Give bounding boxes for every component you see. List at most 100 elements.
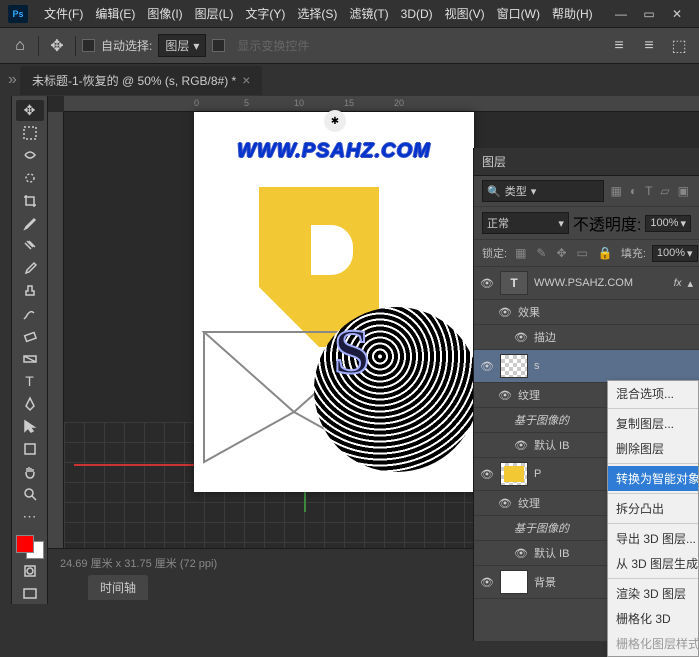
- timeline-tab[interactable]: 时间轴: [88, 575, 148, 600]
- foreground-color[interactable]: [16, 535, 34, 553]
- visibility-icon[interactable]: 👁: [480, 576, 494, 589]
- ctx-duplicate-layer[interactable]: 复制图层...: [608, 411, 698, 436]
- fill-input[interactable]: 100%▾: [652, 245, 698, 262]
- quickmask-tool[interactable]: [16, 561, 44, 582]
- ctx-render-3d[interactable]: 渲染 3D 图层: [608, 581, 698, 606]
- shape-tool[interactable]: [16, 439, 44, 460]
- fx-badge[interactable]: fx: [674, 278, 682, 289]
- layer-effect-row[interactable]: 👁 效果: [474, 300, 699, 325]
- quick-select-tool[interactable]: [16, 168, 44, 189]
- document-tab[interactable]: 未标题-1-恢复的 @ 50% (s, RGB/8#) * ×: [20, 66, 262, 95]
- close-button[interactable]: ✕: [663, 2, 691, 26]
- menu-type[interactable]: 文字(Y): [239, 1, 291, 26]
- eyedropper-tool[interactable]: [16, 213, 44, 234]
- auto-select-label: 自动选择:: [101, 37, 152, 54]
- filter-type-icon[interactable]: T: [643, 182, 654, 200]
- menu-image[interactable]: 图像(I): [141, 1, 188, 26]
- visibility-icon[interactable]: 👁: [498, 306, 512, 319]
- layer-name: 默认 IB: [534, 437, 569, 453]
- auto-select-target[interactable]: 图层▾: [158, 34, 206, 57]
- menu-view[interactable]: 视图(V): [439, 1, 491, 26]
- toolbox: ✥ T ⋯: [12, 96, 48, 604]
- filter-adjust-icon[interactable]: ◐: [628, 182, 639, 200]
- menu-3d[interactable]: 3D(D): [395, 3, 439, 25]
- layer-row[interactable]: 👁 s: [474, 350, 699, 383]
- options-bar: ⌂ ✥ 自动选择: 图层▾ 显示变换控件 ≡ ≡ ⬚: [0, 28, 699, 64]
- eraser-tool[interactable]: [16, 326, 44, 347]
- menu-help[interactable]: 帮助(H): [546, 1, 599, 26]
- layer-thumb: [500, 462, 528, 486]
- ctx-split-extrude[interactable]: 拆分凸出: [608, 496, 698, 521]
- healing-tool[interactable]: [16, 235, 44, 256]
- opacity-input[interactable]: 100%▾: [645, 215, 691, 232]
- layer-filter-type[interactable]: 🔍类型▾: [482, 180, 604, 202]
- lock-artboard-icon[interactable]: ▭: [575, 244, 590, 262]
- marquee-tool[interactable]: [16, 123, 44, 144]
- stamp-tool[interactable]: [16, 281, 44, 302]
- move-tool-icon[interactable]: ✥: [45, 34, 69, 58]
- visibility-icon[interactable]: 👁: [480, 360, 494, 373]
- blend-mode-select[interactable]: 正常▾: [482, 212, 569, 234]
- color-swatches[interactable]: [16, 535, 44, 559]
- visibility-icon[interactable]: 👁: [514, 547, 528, 560]
- ctx-delete-layer[interactable]: 删除图层: [608, 436, 698, 461]
- ctx-rasterize-style[interactable]: 栅格化图层样式: [608, 631, 698, 656]
- visibility-icon[interactable]: 👁: [514, 439, 528, 452]
- hand-tool[interactable]: [16, 461, 44, 482]
- filter-image-icon[interactable]: ▦: [608, 182, 623, 200]
- ctx-blend-options[interactable]: 混合选项...: [608, 381, 698, 406]
- lasso-tool[interactable]: [16, 145, 44, 166]
- home-icon[interactable]: ⌂: [8, 34, 32, 58]
- layer-effect-row[interactable]: 👁 描边: [474, 325, 699, 350]
- align-icon-2[interactable]: ≡: [637, 34, 661, 58]
- menu-select[interactable]: 选择(S): [291, 1, 343, 26]
- visibility-icon[interactable]: 👁: [498, 389, 512, 402]
- minimize-button[interactable]: —: [607, 2, 635, 26]
- tab-close-icon[interactable]: ×: [242, 72, 250, 88]
- layer-name: P: [534, 468, 541, 480]
- show-transform-checkbox[interactable]: [212, 39, 225, 52]
- brush-tool[interactable]: [16, 258, 44, 279]
- zoom-tool[interactable]: [16, 484, 44, 505]
- auto-select-checkbox[interactable]: [82, 39, 95, 52]
- visibility-icon[interactable]: 👁: [514, 331, 528, 344]
- maximize-button[interactable]: ▭: [635, 2, 663, 26]
- layers-panel-title[interactable]: 图层: [474, 148, 699, 176]
- visibility-icon[interactable]: 👁: [498, 497, 512, 510]
- layer-thumb-text: T: [500, 271, 528, 295]
- gradient-tool[interactable]: [16, 348, 44, 369]
- lock-brush-icon[interactable]: ✎: [534, 244, 548, 262]
- canvas[interactable]: WWW.PSAHZ.COM S: [194, 112, 474, 492]
- menu-filter[interactable]: 滤镜(T): [343, 1, 394, 26]
- visibility-icon[interactable]: 👁: [480, 468, 494, 481]
- visibility-icon[interactable]: 👁: [480, 277, 494, 290]
- dock-toggle-icon[interactable]: »: [8, 71, 20, 89]
- lock-move-icon[interactable]: ✥: [554, 244, 568, 262]
- ctx-rasterize-3d[interactable]: 栅格化 3D: [608, 606, 698, 631]
- menu-file[interactable]: 文件(F): [38, 1, 89, 26]
- mode-3d-icon[interactable]: ⬚: [667, 34, 691, 58]
- menu-window[interactable]: 窗口(W): [491, 1, 546, 26]
- menu-layer[interactable]: 图层(L): [189, 1, 240, 26]
- menu-edit[interactable]: 编辑(E): [89, 1, 141, 26]
- filter-shape-icon[interactable]: ▱: [658, 182, 671, 200]
- align-icon-1[interactable]: ≡: [607, 34, 631, 58]
- ctx-export-3d[interactable]: 导出 3D 图层...: [608, 526, 698, 551]
- type-tool[interactable]: T: [16, 371, 44, 392]
- pen-tool[interactable]: [16, 394, 44, 415]
- edit-toolbar[interactable]: ⋯: [16, 506, 44, 527]
- layer-row[interactable]: 👁 T WWW.PSAHZ.COM fx ▴: [474, 267, 699, 300]
- path-select-tool[interactable]: [16, 416, 44, 437]
- lock-pixels-icon[interactable]: ▦: [513, 244, 528, 262]
- screenmode-tool[interactable]: [16, 584, 44, 605]
- filter-smart-icon[interactable]: ▣: [676, 182, 691, 200]
- ctx-generate-from-3d[interactable]: 从 3D 图层生成: [608, 551, 698, 576]
- ctx-convert-smart-object[interactable]: 转换为智能对象: [608, 466, 698, 491]
- lock-all-icon[interactable]: 🔒: [596, 244, 615, 262]
- layer-name: 纹理: [518, 495, 540, 511]
- crop-tool[interactable]: [16, 190, 44, 211]
- layer-name: 纹理: [518, 387, 540, 403]
- history-brush-tool[interactable]: [16, 303, 44, 324]
- layer-name: s: [534, 360, 540, 372]
- move-tool[interactable]: ✥: [16, 100, 44, 121]
